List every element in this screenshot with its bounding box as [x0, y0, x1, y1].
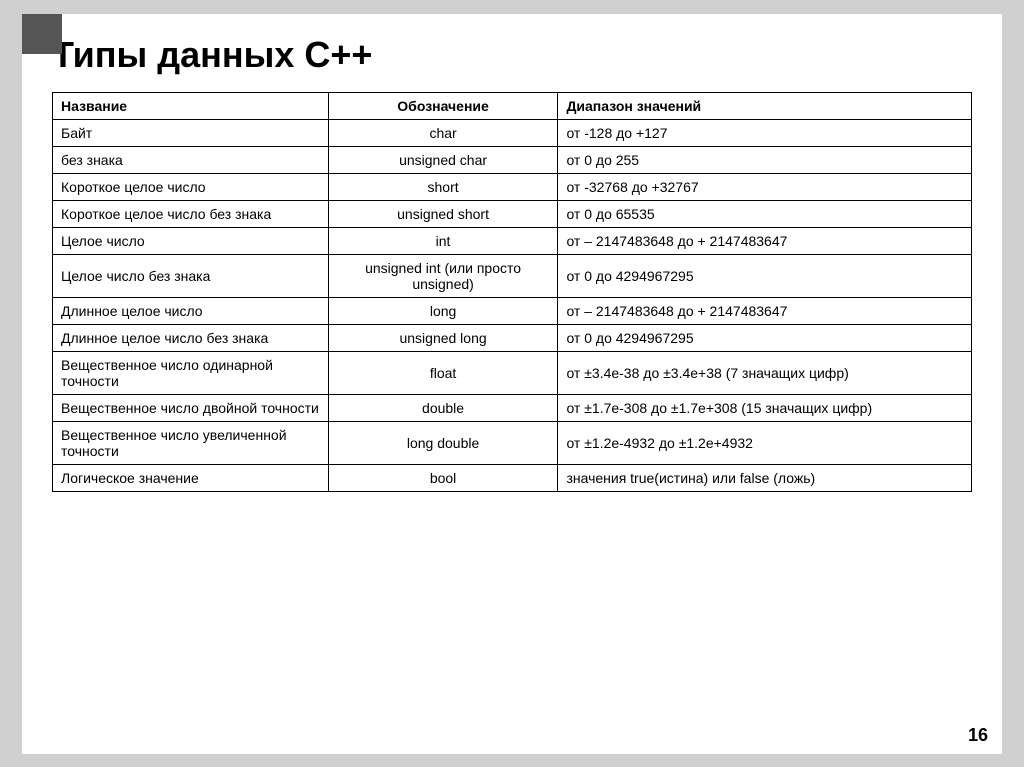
col-header-name: Название: [53, 92, 329, 119]
table-row: без знакаunsigned charот 0 до 255: [53, 146, 972, 173]
page-title: Типы данных С++: [52, 34, 972, 76]
data-types-table: Название Обозначение Диапазон значений Б…: [52, 92, 972, 492]
cell-r6-c1: long: [328, 297, 558, 324]
table-row: Вещественное число увеличенной точностиl…: [53, 421, 972, 464]
corner-decoration: [22, 14, 62, 54]
table-row: Короткое целое числоshortот -32768 до +3…: [53, 173, 972, 200]
cell-r6-c0: Длинное целое число: [53, 297, 329, 324]
cell-r7-c0: Длинное целое число без знака: [53, 324, 329, 351]
page-number: 16: [968, 725, 988, 746]
cell-r6-c2: от – 2147483648 до + 2147483647: [558, 297, 972, 324]
cell-r11-c2: значения true(истина) или false (ложь): [558, 464, 972, 491]
table-header-row: Название Обозначение Диапазон значений: [53, 92, 972, 119]
cell-r0-c0: Байт: [53, 119, 329, 146]
cell-r5-c0: Целое число без знака: [53, 254, 329, 297]
cell-r4-c2: от – 2147483648 до + 2147483647: [558, 227, 972, 254]
table-row: Целое числоintот – 2147483648 до + 21474…: [53, 227, 972, 254]
cell-r10-c1: long double: [328, 421, 558, 464]
cell-r7-c1: unsigned long: [328, 324, 558, 351]
cell-r4-c0: Целое число: [53, 227, 329, 254]
cell-r1-c1: unsigned char: [328, 146, 558, 173]
cell-r10-c2: от ±1.2е-4932 до ±1.2е+4932: [558, 421, 972, 464]
cell-r0-c2: от -128 до +127: [558, 119, 972, 146]
cell-r10-c0: Вещественное число увеличенной точности: [53, 421, 329, 464]
table-row: Байтcharот -128 до +127: [53, 119, 972, 146]
cell-r2-c0: Короткое целое число: [53, 173, 329, 200]
cell-r8-c2: от ±3.4е-38 до ±3.4е+38 (7 значащих цифр…: [558, 351, 972, 394]
table-row: Длинное целое числоlongот – 2147483648 д…: [53, 297, 972, 324]
cell-r0-c1: char: [328, 119, 558, 146]
slide: Типы данных С++ Название Обозначение Диа…: [22, 14, 1002, 754]
cell-r8-c0: Вещественное число одинарной точности: [53, 351, 329, 394]
cell-r2-c1: short: [328, 173, 558, 200]
cell-r3-c0: Короткое целое число без знака: [53, 200, 329, 227]
cell-r5-c1: unsigned int (или просто unsigned): [328, 254, 558, 297]
cell-r5-c2: от 0 до 4294967295: [558, 254, 972, 297]
cell-r9-c0: Вещественное число двойной точности: [53, 394, 329, 421]
cell-r3-c1: unsigned short: [328, 200, 558, 227]
table-row: Логическое значениеboolзначения true(ист…: [53, 464, 972, 491]
table-row: Вещественное число одинарной точностиflo…: [53, 351, 972, 394]
cell-r9-c1: double: [328, 394, 558, 421]
col-header-notation: Обозначение: [328, 92, 558, 119]
cell-r7-c2: от 0 до 4294967295: [558, 324, 972, 351]
col-header-range: Диапазон значений: [558, 92, 972, 119]
table-row: Вещественное число двойной точностиdoubl…: [53, 394, 972, 421]
cell-r9-c2: от ±1.7е-308 до ±1.7е+308 (15 значащих ц…: [558, 394, 972, 421]
table-row: Короткое целое число без знакаunsigned s…: [53, 200, 972, 227]
cell-r4-c1: int: [328, 227, 558, 254]
cell-r1-c0: без знака: [53, 146, 329, 173]
table-row: Длинное целое число без знакаunsigned lo…: [53, 324, 972, 351]
cell-r2-c2: от -32768 до +32767: [558, 173, 972, 200]
cell-r8-c1: float: [328, 351, 558, 394]
cell-r3-c2: от 0 до 65535: [558, 200, 972, 227]
table-row: Целое число без знакаunsigned int (или п…: [53, 254, 972, 297]
cell-r1-c2: от 0 до 255: [558, 146, 972, 173]
cell-r11-c0: Логическое значение: [53, 464, 329, 491]
cell-r11-c1: bool: [328, 464, 558, 491]
